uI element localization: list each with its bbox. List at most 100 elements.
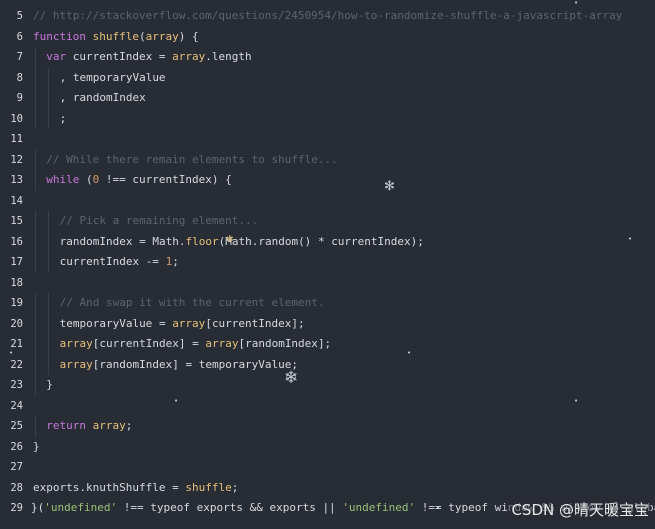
code-line[interactable]: 18 (0, 273, 655, 294)
indent-guide (35, 47, 36, 68)
indent-guide (35, 149, 36, 170)
code-line[interactable]: 5 // http://stackoverflow.com/questions/2… (0, 6, 655, 27)
code-line[interactable]: 23} (0, 375, 655, 396)
code-token: // And swap it with the current element. (59, 296, 325, 309)
code-token: .length (205, 50, 252, 63)
indent-guide (35, 231, 36, 252)
code-line[interactable]: 22 array[randomIndex] = temporaryValue; (0, 354, 655, 376)
line-number: 6 (16, 30, 23, 43)
code-line[interactable]: 16 randomIndex = Math.floor(Math.random()… (0, 231, 655, 252)
line-number: 29 (10, 502, 23, 514)
code-text: array[randomIndex] = temporaryValue; (60, 355, 298, 376)
line-number: 11 (10, 133, 23, 145)
code-line[interactable]: 28 exports.knuthShuffle = shuffle; (0, 478, 655, 499)
code-token: = (172, 480, 186, 494)
code-line[interactable]: 9, randomIndex (0, 88, 655, 109)
code-token: !== (99, 173, 133, 186)
code-text: // Pick a remaining element... (60, 211, 259, 232)
code-text: ; (60, 109, 67, 130)
code-line[interactable]: 25 return array; (0, 416, 655, 437)
code-token: array (59, 337, 93, 350)
code-token: currentIndex (132, 173, 212, 186)
indent-guide (35, 416, 36, 437)
line-number: 15 (10, 215, 23, 227)
indent-guide (35, 375, 36, 396)
snowflake-icon: ❄ (284, 368, 299, 388)
code-token: var (46, 50, 73, 63)
code-token: temporaryValue (59, 316, 159, 330)
code-line[interactable]: 21 array[currentIndex] = array[randomInde… (0, 334, 655, 355)
code-token: // While there remain elements to shuffl… (46, 152, 338, 166)
code-token: array (205, 337, 239, 350)
code-token: currentIndex (99, 337, 179, 350)
code-text: , randomIndex (60, 88, 146, 109)
code-token: ; (231, 480, 239, 494)
code-token: ( (138, 29, 146, 43)
code-editor[interactable]: 5 // http://stackoverflow.com/questions/2… (0, 0, 655, 529)
code-token: ); (410, 234, 424, 248)
line-number: 17 (10, 256, 23, 268)
code-token: randomIndex (59, 234, 140, 248)
indent-guide (48, 108, 50, 129)
line-number: 25 (10, 420, 23, 432)
code-token: [ (205, 316, 212, 330)
code-token: = (185, 357, 199, 371)
code-line[interactable]: 10; (0, 108, 655, 130)
indent-guide (48, 252, 50, 273)
snowflake-icon: • (628, 235, 633, 243)
code-token: array (172, 50, 206, 63)
indent-guide (48, 88, 50, 109)
code-line[interactable]: 13 while (0 !== currentIndex) { (0, 170, 655, 191)
line-number: 14 (10, 194, 23, 207)
code-token: array (145, 29, 179, 43)
code-token: = (192, 337, 206, 350)
code-token: -= (145, 255, 166, 268)
snowflake-icon: ✻ (384, 179, 395, 194)
code-token: .random (251, 234, 299, 248)
code-line[interactable]: 12 // While there remain elements to shuf… (0, 149, 655, 170)
code-token: () (298, 234, 318, 248)
code-token: ) { (178, 29, 199, 43)
code-token: randomIndex (99, 357, 173, 371)
code-token: exports (33, 480, 80, 494)
code-token: currentIndex (211, 316, 292, 330)
snowflake-icon: • (436, 504, 441, 512)
line-number: 16 (10, 235, 23, 248)
indent-guide (35, 252, 36, 273)
indent-guide (48, 354, 50, 375)
code-token: ] (172, 357, 186, 371)
code-token: = (158, 50, 173, 63)
indent-guide (35, 354, 36, 375)
line-number: 12 (10, 153, 23, 166)
code-token: array (92, 419, 126, 432)
code-line[interactable]: 26} (0, 437, 655, 458)
code-token: exports (269, 501, 323, 514)
code-text: while (0 !== currentIndex) { (46, 170, 231, 191)
code-token: !== (117, 501, 151, 514)
line-number: 24 (10, 399, 23, 412)
code-token: currentIndex (59, 255, 146, 268)
indent-guide (48, 231, 50, 252)
code-line[interactable]: 6 function shuffle(array) { (0, 27, 655, 48)
indent-guide (48, 334, 50, 355)
code-token: } (46, 378, 53, 391)
code-line[interactable]: 19 // And swap it with the current elemen… (0, 293, 655, 314)
code-line[interactable]: 8, temporaryValue (0, 67, 655, 88)
code-token: ] (178, 337, 193, 350)
code-token: array (172, 316, 206, 330)
line-number: 23 (10, 379, 23, 391)
code-text: // http://stackoverflow.com/questions/24… (33, 6, 622, 27)
code-token: temporaryValue (72, 70, 166, 84)
code-line[interactable]: 11 (0, 129, 655, 150)
code-line[interactable]: 20 temporaryValue = array[currentIndex]; (0, 313, 655, 334)
code-token: randomIndex (245, 337, 318, 350)
code-line[interactable]: 7 var currentIndex = array.length (0, 47, 655, 68)
code-line[interactable]: 14 (0, 191, 655, 212)
code-token: !== (415, 501, 449, 514)
line-number: 10 (10, 112, 23, 125)
code-line[interactable]: 17 currentIndex -= 1; (0, 252, 655, 273)
code-line[interactable]: 27 (0, 457, 655, 478)
code-line[interactable]: 24 (0, 396, 655, 417)
code-line[interactable]: 15 // Pick a remaining element... (0, 211, 655, 232)
code-text: } (46, 375, 53, 396)
